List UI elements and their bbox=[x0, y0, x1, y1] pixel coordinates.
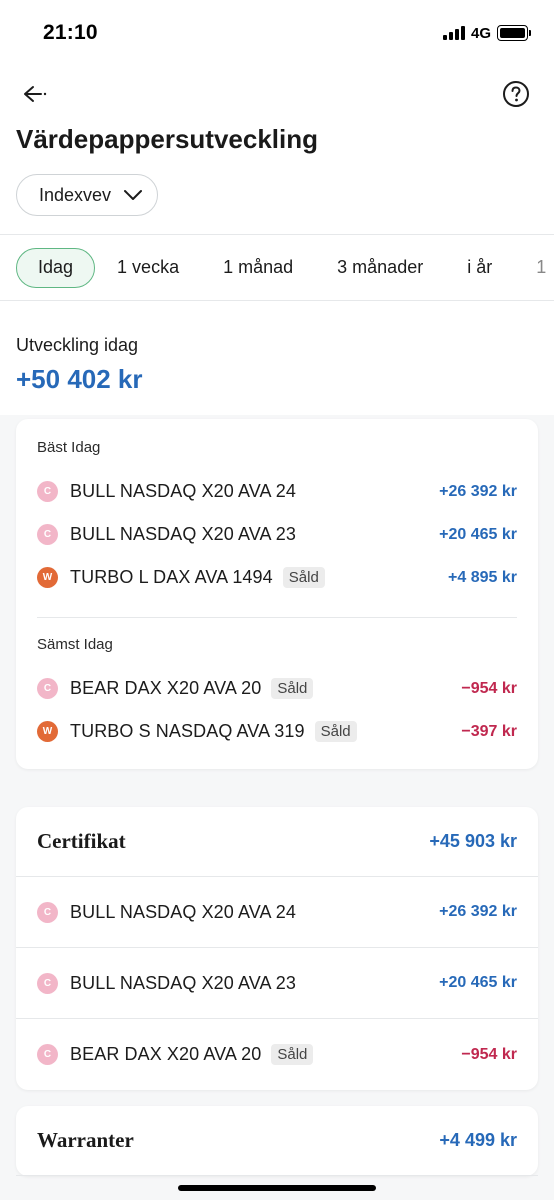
instrument-amount: +26 392 kr bbox=[439, 903, 517, 920]
certifikat-header[interactable]: Certifikat +45 903 kr bbox=[16, 807, 538, 877]
instrument-name: TURBO L DAX AVA 1494 bbox=[70, 567, 273, 587]
certificate-badge-icon: C bbox=[37, 481, 58, 502]
home-indicator[interactable] bbox=[178, 1185, 376, 1191]
summary: Utveckling idag +50 402 kr bbox=[0, 301, 554, 415]
instrument-amount: +4 895 kr bbox=[448, 568, 517, 586]
group-amount: +45 903 kr bbox=[429, 831, 517, 851]
signal-icon bbox=[442, 26, 465, 40]
warranter-card: Warranter +4 499 kr bbox=[16, 1106, 538, 1176]
certificate-badge-icon: C bbox=[37, 678, 58, 699]
warranter-header[interactable]: Warranter +4 499 kr bbox=[16, 1106, 538, 1176]
battery-icon bbox=[497, 25, 531, 41]
list-item[interactable]: C BULL NASDAQ X20 AVA 24 +26 392 kr bbox=[37, 470, 517, 513]
summary-label: Utveckling idag bbox=[16, 335, 139, 355]
instrument-name: BULL NASDAQ X20 AVA 24 bbox=[70, 481, 296, 501]
list-item[interactable]: C BULL NASDAQ X20 AVA 23 +20 465 kr bbox=[16, 948, 538, 1019]
tab-1-vecka[interactable]: 1 vecka bbox=[95, 248, 201, 288]
help-button[interactable] bbox=[502, 80, 530, 108]
certificate-badge-icon: C bbox=[37, 972, 58, 994]
instrument-name: BULL NASDAQ X20 AVA 23 bbox=[70, 524, 296, 544]
instrument-amount: −954 kr bbox=[461, 1045, 517, 1063]
instrument-name: BULL NASDAQ X20 AVA 23 bbox=[70, 972, 296, 993]
sold-badge: Såld bbox=[271, 1044, 314, 1065]
certificate-badge-icon: C bbox=[37, 1044, 58, 1065]
group-amount: +4 499 kr bbox=[439, 1130, 517, 1150]
certificate-badge-icon: C bbox=[37, 524, 58, 545]
group-title: Warranter bbox=[37, 1128, 134, 1152]
period-tabs: Idag 1 vecka 1 månad 3 månader i år 1 bbox=[0, 234, 554, 301]
instrument-amount: −397 kr bbox=[461, 722, 517, 740]
summary-value: +50 402 kr bbox=[16, 364, 143, 394]
worst-label: Sämst Idag bbox=[37, 636, 113, 653]
account-dropdown[interactable]: Indexvev bbox=[16, 174, 159, 216]
tab-1-manad[interactable]: 1 månad bbox=[201, 248, 315, 288]
tab-1-ar[interactable]: 1 bbox=[514, 248, 554, 288]
list-item[interactable]: W TURBO S NASDAQ AVA 319 Såld −397 kr bbox=[37, 710, 517, 753]
certificate-badge-icon: C bbox=[37, 901, 58, 923]
arrow-left-icon bbox=[24, 86, 47, 102]
best-label: Bäst Idag bbox=[37, 439, 101, 456]
tab-idag[interactable]: Idag bbox=[16, 247, 96, 288]
list-item[interactable]: C BULL NASDAQ X20 AVA 24 +26 392 kr bbox=[16, 877, 538, 948]
status-bar: 21:10 4G bbox=[0, 0, 554, 66]
certifikat-card: Certifikat +45 903 kr C BULL NASDAQ X20 … bbox=[16, 807, 538, 1090]
instrument-name: BEAR DAX X20 AVA 20 bbox=[70, 678, 262, 698]
sold-badge: Såld bbox=[314, 721, 357, 742]
best-worst-card: Bäst Idag C BULL NASDAQ X20 AVA 24 +26 3… bbox=[16, 419, 538, 769]
sold-badge: Såld bbox=[271, 678, 314, 699]
list-item[interactable]: W TURBO L DAX AVA 1494 Såld +4 895 kr bbox=[37, 556, 517, 599]
status-time: 21:10 bbox=[43, 21, 98, 44]
list-item[interactable]: C BULL NASDAQ X20 AVA 23 +20 465 kr bbox=[37, 513, 517, 556]
network-label: 4G bbox=[470, 24, 491, 42]
list-item[interactable]: C BEAR DAX X20 AVA 20 Såld −954 kr bbox=[16, 1019, 538, 1090]
instrument-name: TURBO S NASDAQ AVA 319 bbox=[70, 721, 305, 741]
instrument-name: BEAR DAX X20 AVA 20 bbox=[70, 1044, 262, 1064]
divider bbox=[37, 617, 517, 618]
back-button[interactable] bbox=[22, 84, 48, 104]
sold-badge: Såld bbox=[282, 567, 325, 588]
account-selector-wrap: Indexvev bbox=[0, 166, 554, 234]
instrument-amount: −954 kr bbox=[461, 679, 517, 697]
warrant-badge-icon: W bbox=[37, 721, 58, 742]
question-circle-icon bbox=[503, 81, 529, 107]
tab-i-ar[interactable]: i år bbox=[445, 248, 514, 288]
tab-3-manader[interactable]: 3 månader bbox=[315, 248, 445, 288]
status-icons: 4G bbox=[442, 24, 531, 42]
instrument-name: BULL NASDAQ X20 AVA 24 bbox=[70, 901, 296, 922]
account-dropdown-label: Indexvev bbox=[39, 184, 112, 205]
group-title: Certifikat bbox=[37, 829, 126, 853]
page-title: Värdepappersutveckling bbox=[16, 124, 318, 154]
warrant-badge-icon: W bbox=[37, 567, 58, 588]
nav-row bbox=[0, 66, 554, 122]
instrument-amount: +20 465 kr bbox=[439, 525, 517, 543]
instrument-amount: +26 392 kr bbox=[439, 482, 517, 500]
top-area: 21:10 4G Värdepappersutveckling Indexvev… bbox=[0, 0, 554, 301]
chevron-down-icon bbox=[124, 190, 143, 200]
instrument-amount: +20 465 kr bbox=[439, 974, 517, 991]
list-item[interactable]: C BEAR DAX X20 AVA 20 Såld −954 kr bbox=[37, 667, 517, 710]
